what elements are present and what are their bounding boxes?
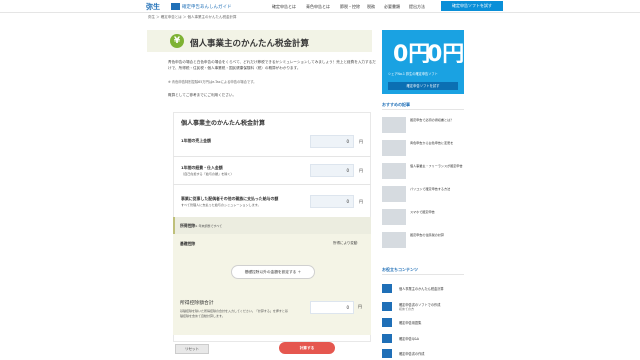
article-thumbnail[interactable]	[382, 209, 406, 225]
nav-item-documents[interactable]: 必要書類	[384, 4, 400, 10]
content-link-3[interactable]: 確定申告用語集	[399, 320, 421, 325]
sales-input[interactable]: 0	[310, 135, 354, 148]
family-salary-input[interactable]: 0	[310, 195, 354, 208]
glossary-icon	[382, 318, 392, 327]
site-name[interactable]: 確定申告あんしんガイド	[182, 4, 232, 10]
qa-icon	[382, 334, 392, 343]
article-link-1[interactable]: 確定申告で必須の領収書とは？	[410, 118, 464, 123]
nav-item-tax-saving[interactable]: 節税・控除	[340, 4, 360, 10]
article-thumbnail[interactable]	[382, 140, 406, 156]
nav-item-submission[interactable]: 提出方法	[409, 4, 425, 10]
divider	[173, 184, 371, 185]
nav-item-tax[interactable]: 税務	[367, 4, 375, 10]
logo-mark-icon	[171, 3, 180, 10]
deduction-label: 所得控除	[180, 223, 196, 228]
yen-icon: ¥	[170, 34, 184, 48]
article-thumbnail[interactable]	[382, 117, 406, 133]
intro-note: ※ 青色申告特別控除65万円はe-Taxによる申告の場合です。	[168, 80, 257, 84]
article-thumbnail[interactable]	[382, 232, 406, 248]
lead-text: 概算としてご参考までにご利用ください。	[168, 93, 237, 97]
document-icon	[382, 302, 392, 311]
expenses-unit: 円	[359, 168, 363, 173]
ad-cta-button[interactable]: 確定申告ソフトを試す	[388, 82, 458, 90]
content-link-4[interactable]: 確定申告Q&A	[399, 336, 419, 341]
calculator-icon	[382, 284, 392, 293]
content-link-1[interactable]: 個人事業主のかんたん税金計算	[399, 286, 444, 291]
article-thumbnail[interactable]	[382, 163, 406, 179]
divider	[173, 156, 371, 157]
page-title: 個人事業主のかんたん税金計算	[190, 39, 310, 49]
reset-button[interactable]: リセット	[175, 344, 209, 354]
article-link-3[interactable]: 個人事業主・フリーランスが確定申告	[410, 164, 464, 169]
total-deduction-input[interactable]: 0	[310, 301, 354, 314]
deduction-sublabel: ※ 年末調整ですべて	[195, 224, 223, 228]
breadcrumb[interactable]: 弥生 ＞ 確定申告とは ＞ 個人事業主のかんたん税金計算	[148, 15, 236, 20]
header-cta-button[interactable]: 確定申告ソフトを試す	[441, 1, 503, 11]
yayoi-logo[interactable]: 弥生	[146, 2, 160, 12]
basic-deduction-value: 所得により変動	[333, 241, 358, 245]
nav-item-blue-return[interactable]: 青色申告とは	[306, 4, 330, 10]
article-link-2[interactable]: 青色申告から白色申告に変更を	[410, 141, 464, 146]
sales-unit: 円	[359, 139, 363, 144]
divider	[382, 274, 464, 275]
ad-price-right: 0円	[427, 42, 465, 67]
sales-label: 1年間の売上金額	[181, 138, 211, 143]
expenses-sublabel: （自己負担する「給与の額」を除く）	[181, 172, 234, 176]
article-link-4[interactable]: パソコンで確定申告する方法	[410, 187, 464, 192]
useful-contents-heading: お役立ちコンテンツ	[382, 267, 418, 272]
form-icon	[382, 349, 392, 358]
other-deductions-button[interactable]: 基礎控除以外の金額を設定する ＋	[231, 265, 315, 279]
total-deduction-label: 所得控除額合計	[180, 301, 214, 306]
nav-item-what-is[interactable]: 確定申告とは	[272, 4, 296, 10]
family-salary-unit: 円	[359, 199, 363, 204]
total-deduction-unit: 円	[358, 304, 362, 309]
divider	[382, 109, 464, 110]
expenses-input[interactable]: 0	[310, 164, 354, 177]
ad-price-left: 0円	[393, 42, 431, 67]
calculate-button[interactable]: 計算する	[279, 342, 335, 354]
content-link-5[interactable]: 確定申告書の作成	[399, 351, 425, 356]
total-deduction-note: 基礎控除を除いた所得控除の合計を入力してください。「計算する」を押すと基礎控除を…	[180, 309, 288, 318]
intro-text: 青色申告の場合と白色申告の場合をくらべて、どれだけ節税できるかシミュレーションし…	[168, 60, 376, 70]
content-link-2-sub: 初めての方	[399, 307, 415, 311]
article-link-6[interactable]: 確定申告の住民税の計算	[410, 233, 464, 238]
basic-deduction-label: 基礎控除	[180, 241, 196, 246]
recommended-heading: おすすめの記事	[382, 102, 410, 107]
article-thumbnail[interactable]	[382, 186, 406, 202]
calculator-title: 個人事業主のかんたん税金計算	[181, 120, 266, 127]
family-salary-sublabel: すべて管理人に支払った給与のシミュレーションします。	[181, 203, 261, 207]
article-link-5[interactable]: スマホで確定申告	[410, 210, 464, 215]
ad-copy: シェアNo.1 弥生の確定申告ソフト	[388, 72, 438, 76]
